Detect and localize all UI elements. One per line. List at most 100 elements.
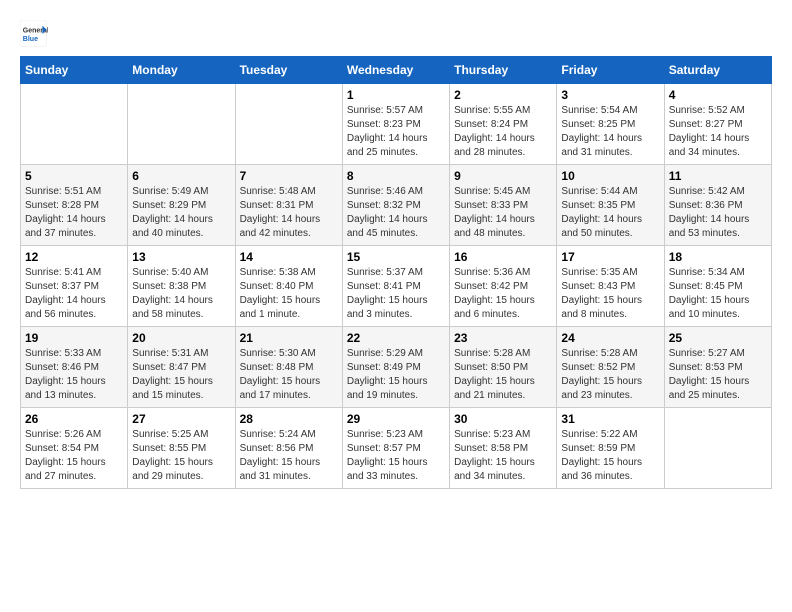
days-of-week-row: SundayMondayTuesdayWednesdayThursdayFrid… [21, 57, 772, 84]
logo: General Blue [20, 20, 56, 48]
day-number: 5 [25, 169, 123, 183]
calendar-cell: 21Sunrise: 5:30 AMSunset: 8:48 PMDayligh… [235, 327, 342, 408]
day-number: 1 [347, 88, 445, 102]
day-number: 20 [132, 331, 230, 345]
day-info: Sunrise: 5:29 AMSunset: 8:49 PMDaylight:… [347, 347, 445, 403]
day-number: 27 [132, 412, 230, 426]
day-info: Sunrise: 5:48 AMSunset: 8:31 PMDaylight:… [240, 185, 338, 241]
calendar-cell: 16 Sunrise: 5:36 AMSunset: 8:42 PMDayligh… [450, 246, 557, 327]
day-info: Sunrise: 5:35 AMSunset: 8:43 PMDaylight:… [561, 266, 659, 322]
logo-icon: General Blue [20, 20, 48, 48]
day-number: 12 [25, 250, 123, 264]
day-of-week-thursday: Thursday [450, 57, 557, 84]
calendar-week-2: 5Sunrise: 5:51 AMSunset: 8:28 PMDaylight… [21, 165, 772, 246]
day-number: 8 [347, 169, 445, 183]
day-number: 16 [454, 250, 552, 264]
calendar-cell: 25Sunrise: 5:27 AMSunset: 8:53 PMDayligh… [664, 327, 771, 408]
calendar-cell [128, 84, 235, 165]
day-of-week-friday: Friday [557, 57, 664, 84]
day-number: 6 [132, 169, 230, 183]
calendar-week-1: 1 Sunrise: 5:57 AMSunset: 8:23 PMDaylight… [21, 84, 772, 165]
calendar-cell: 14 Sunrise: 5:38 AMSunset: 8:40 PMDayligh… [235, 246, 342, 327]
day-info: Sunrise: 5:46 AMSunset: 8:32 PMDaylight:… [347, 185, 445, 241]
day-info: Sunrise: 5:36 AMSunset: 8:42 PMDaylight:… [454, 266, 552, 322]
calendar-cell: 31 Sunrise: 5:22 AMSunset: 8:59 PMDayligh… [557, 408, 664, 489]
day-info: Sunrise: 5:52 AMSunset: 8:27 PMDaylight:… [669, 104, 767, 160]
calendar-week-5: 26Sunrise: 5:26 AMSunset: 8:54 PMDayligh… [21, 408, 772, 489]
calendar-cell: 26Sunrise: 5:26 AMSunset: 8:54 PMDayligh… [21, 408, 128, 489]
calendar-cell: 27 Sunrise: 5:25 AMSunset: 8:55 PMDayligh… [128, 408, 235, 489]
day-info: Sunrise: 5:30 AMSunset: 8:48 PMDaylight:… [240, 347, 338, 403]
day-number: 17 [561, 250, 659, 264]
day-info: Sunrise: 5:38 AMSunset: 8:40 PMDaylight:… [240, 266, 338, 322]
day-info: Sunrise: 5:28 AMSunset: 8:50 PMDaylight:… [454, 347, 552, 403]
calendar-cell: 7 Sunrise: 5:48 AMSunset: 8:31 PMDaylight… [235, 165, 342, 246]
day-number: 7 [240, 169, 338, 183]
calendar-body: 1 Sunrise: 5:57 AMSunset: 8:23 PMDaylight… [21, 84, 772, 489]
day-info: Sunrise: 5:23 AMSunset: 8:57 PMDaylight:… [347, 428, 445, 484]
day-info: Sunrise: 5:49 AMSunset: 8:29 PMDaylight:… [132, 185, 230, 241]
day-info: Sunrise: 5:33 AMSunset: 8:46 PMDaylight:… [25, 347, 123, 403]
calendar-cell: 18 Sunrise: 5:34 AMSunset: 8:45 PMDayligh… [664, 246, 771, 327]
day-info: Sunrise: 5:25 AMSunset: 8:55 PMDaylight:… [132, 428, 230, 484]
calendar-cell: 6 Sunrise: 5:49 AMSunset: 8:29 PMDaylight… [128, 165, 235, 246]
day-number: 24 [561, 331, 659, 345]
calendar-cell: 30Sunrise: 5:23 AMSunset: 8:58 PMDayligh… [450, 408, 557, 489]
calendar-cell: 24Sunrise: 5:28 AMSunset: 8:52 PMDayligh… [557, 327, 664, 408]
day-number: 31 [561, 412, 659, 426]
day-info: Sunrise: 5:37 AMSunset: 8:41 PMDaylight:… [347, 266, 445, 322]
day-info: Sunrise: 5:55 AMSunset: 8:24 PMDaylight:… [454, 104, 552, 160]
day-of-week-sunday: Sunday [21, 57, 128, 84]
day-number: 19 [25, 331, 123, 345]
day-number: 29 [347, 412, 445, 426]
calendar-cell: 20 Sunrise: 5:31 AMSunset: 8:47 PMDayligh… [128, 327, 235, 408]
day-number: 13 [132, 250, 230, 264]
day-of-week-monday: Monday [128, 57, 235, 84]
day-number: 26 [25, 412, 123, 426]
day-info: Sunrise: 5:44 AMSunset: 8:35 PMDaylight:… [561, 185, 659, 241]
calendar-cell: 10 Sunrise: 5:44 AMSunset: 8:35 PMDayligh… [557, 165, 664, 246]
day-of-week-tuesday: Tuesday [235, 57, 342, 84]
day-info: Sunrise: 5:22 AMSunset: 8:59 PMDaylight:… [561, 428, 659, 484]
calendar-cell: 3 Sunrise: 5:54 AMSunset: 8:25 PMDaylight… [557, 84, 664, 165]
calendar-cell: 19 Sunrise: 5:33 AMSunset: 8:46 PMDayligh… [21, 327, 128, 408]
calendar-cell: 23 Sunrise: 5:28 AMSunset: 8:50 PMDayligh… [450, 327, 557, 408]
day-info: Sunrise: 5:24 AMSunset: 8:56 PMDaylight:… [240, 428, 338, 484]
calendar-cell [235, 84, 342, 165]
page-header: General Blue [20, 20, 772, 48]
calendar-cell: 15Sunrise: 5:37 AMSunset: 8:41 PMDayligh… [342, 246, 449, 327]
svg-text:Blue: Blue [23, 36, 38, 43]
day-number: 3 [561, 88, 659, 102]
day-info: Sunrise: 5:31 AMSunset: 8:47 PMDaylight:… [132, 347, 230, 403]
day-number: 2 [454, 88, 552, 102]
calendar-cell: 2 Sunrise: 5:55 AMSunset: 8:24 PMDaylight… [450, 84, 557, 165]
calendar-cell: 8 Sunrise: 5:46 AMSunset: 8:32 PMDaylight… [342, 165, 449, 246]
day-number: 10 [561, 169, 659, 183]
calendar-cell [664, 408, 771, 489]
day-number: 23 [454, 331, 552, 345]
day-info: Sunrise: 5:54 AMSunset: 8:25 PMDaylight:… [561, 104, 659, 160]
day-number: 18 [669, 250, 767, 264]
day-number: 11 [669, 169, 767, 183]
day-info: Sunrise: 5:42 AMSunset: 8:36 PMDaylight:… [669, 185, 767, 241]
calendar-week-3: 12Sunrise: 5:41 AMSunset: 8:37 PMDayligh… [21, 246, 772, 327]
calendar-header: SundayMondayTuesdayWednesdayThursdayFrid… [21, 57, 772, 84]
calendar-cell: 17 Sunrise: 5:35 AMSunset: 8:43 PMDayligh… [557, 246, 664, 327]
day-number: 22 [347, 331, 445, 345]
calendar-cell: 28Sunrise: 5:24 AMSunset: 8:56 PMDayligh… [235, 408, 342, 489]
calendar-cell: 1 Sunrise: 5:57 AMSunset: 8:23 PMDaylight… [342, 84, 449, 165]
calendar-cell: 12Sunrise: 5:41 AMSunset: 8:37 PMDayligh… [21, 246, 128, 327]
day-info: Sunrise: 5:40 AMSunset: 8:38 PMDaylight:… [132, 266, 230, 322]
calendar-week-4: 19 Sunrise: 5:33 AMSunset: 8:46 PMDayligh… [21, 327, 772, 408]
calendar-cell: 4 Sunrise: 5:52 AMSunset: 8:27 PMDaylight… [664, 84, 771, 165]
day-number: 4 [669, 88, 767, 102]
day-info: Sunrise: 5:57 AMSunset: 8:23 PMDaylight:… [347, 104, 445, 160]
calendar-cell [21, 84, 128, 165]
calendar-cell: 13 Sunrise: 5:40 AMSunset: 8:38 PMDayligh… [128, 246, 235, 327]
day-number: 30 [454, 412, 552, 426]
day-number: 9 [454, 169, 552, 183]
day-number: 14 [240, 250, 338, 264]
day-of-week-saturday: Saturday [664, 57, 771, 84]
calendar-table: SundayMondayTuesdayWednesdayThursdayFrid… [20, 56, 772, 489]
day-info: Sunrise: 5:34 AMSunset: 8:45 PMDaylight:… [669, 266, 767, 322]
